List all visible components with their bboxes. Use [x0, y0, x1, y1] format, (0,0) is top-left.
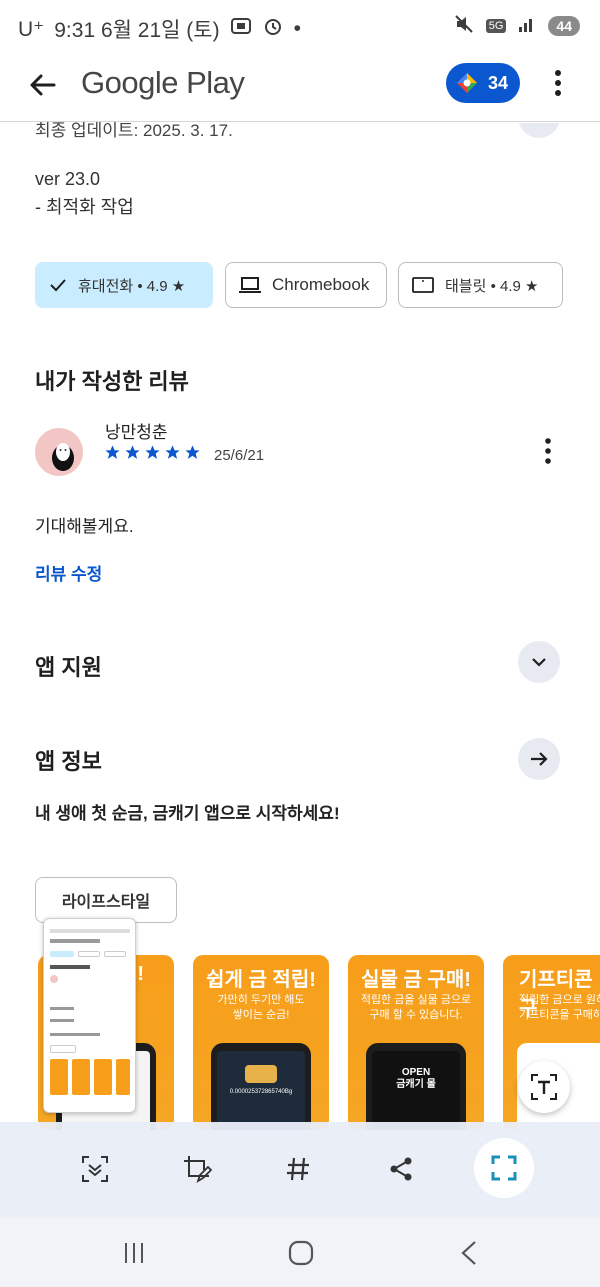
reviewer-name: 낭만청춘	[105, 423, 168, 442]
signal-icon	[518, 15, 536, 36]
hashtag-button[interactable]	[275, 1146, 321, 1192]
app-info-heading: 앱 정보	[35, 749, 102, 774]
smart-select-icon	[491, 1155, 517, 1181]
card-subtext: 가만히 두기만 해도 쌓이는 순금!	[217, 994, 305, 1021]
mute-icon	[454, 14, 474, 37]
status-bar: U⁺ 9:31 6월 21일 (토) • 5G 44	[0, 0, 600, 54]
share-button[interactable]	[378, 1146, 424, 1192]
app-description: 내 생애 첫 순금, 금캐기 앱으로 시작하세요!	[35, 804, 340, 823]
card-heading: 실물 금 구매!	[361, 969, 471, 991]
play-points-icon	[457, 73, 477, 93]
hashtag-icon	[287, 1157, 309, 1181]
status-left: U⁺ 9:31 6월 21일 (토) •	[18, 14, 301, 44]
screenshot-card[interactable]: 실물 금 구매! 적립한 금을 실물 금으로 구매 할 수 있습니다. OPEN…	[348, 955, 484, 1130]
play-points-button[interactable]: 34	[446, 63, 520, 103]
top-app-bar: Google Play 34	[0, 54, 600, 122]
chip-chromebook-label: Chromebook	[272, 275, 370, 294]
dot-icon: •	[293, 17, 301, 40]
phone-mockup: 0.000025372865740Bg	[211, 1043, 311, 1130]
app-support-heading: 앱 지원	[35, 655, 102, 680]
play-points-count: 34	[488, 72, 509, 93]
version-label: ver 23.0	[35, 169, 101, 189]
back-chevron-icon	[461, 1241, 476, 1265]
star-icon	[105, 445, 120, 459]
more-options-icon[interactable]	[546, 66, 570, 100]
review-date: 25/6/21	[214, 447, 265, 464]
extract-text-button[interactable]	[518, 1061, 570, 1113]
recent-apps-button[interactable]	[119, 1238, 149, 1268]
app-support-expand-button[interactable]	[518, 641, 560, 683]
screenshot-status-icon	[230, 16, 252, 42]
app-info-arrow-button[interactable]	[518, 738, 560, 780]
status-right: 5G 44	[454, 14, 580, 37]
category-chip[interactable]: 라이프스타일	[35, 877, 177, 923]
card-subtext: 적립한 금으로 원하 기프티콘을 구매하	[519, 994, 600, 1021]
mall-banner: OPEN 금캐기 몰	[396, 1067, 436, 1090]
card-heading: 쉽게 금 적립!	[206, 969, 316, 991]
star-rating	[104, 444, 201, 461]
battery-indicator: 44	[548, 15, 580, 36]
home-icon	[288, 1240, 314, 1266]
arrow-right-icon	[531, 752, 548, 766]
chevron-down-icon	[532, 658, 546, 667]
phone-mockup: OPEN 금캐기 몰	[366, 1043, 466, 1130]
system-navigation-bar	[0, 1218, 600, 1287]
card-subtext: 적립한 금을 실물 금으로 구매 할 수 있습니다.	[360, 994, 472, 1021]
draw-edit-button[interactable]	[174, 1146, 220, 1192]
star-icon	[165, 445, 180, 459]
scroll-capture-button[interactable]	[72, 1146, 118, 1192]
version-notes: ver 23.0 - 최적화 작업	[35, 165, 134, 221]
star-icon	[125, 445, 140, 459]
version-note: - 최적화 작업	[35, 197, 134, 217]
recent-apps-icon	[125, 1243, 143, 1263]
laptop-icon	[239, 277, 261, 293]
share-icon	[390, 1157, 412, 1181]
home-button[interactable]	[286, 1238, 316, 1268]
smart-select-button[interactable]	[474, 1138, 534, 1198]
time-date: 9:31 6월 21일 (토)	[54, 19, 220, 42]
gold-counter: 0.000025372865740Bg	[229, 1089, 293, 1095]
edit-review-link[interactable]: 리뷰 수정	[35, 560, 102, 585]
check-icon	[50, 279, 66, 292]
network-label: 5G	[485, 18, 507, 33]
chip-chromebook[interactable]: Chromebook	[225, 262, 387, 308]
scroll-capture-icon	[82, 1156, 108, 1182]
back-button[interactable]	[454, 1238, 484, 1268]
text-scan-icon	[531, 1074, 557, 1100]
screenshot-toolbar	[0, 1122, 600, 1218]
crop-edit-icon	[184, 1156, 212, 1184]
my-review-heading: 내가 작성한 리뷰	[35, 369, 189, 394]
chip-phone[interactable]: 휴대전화 • 4.9 ★	[35, 262, 213, 308]
page-title: Google Play	[81, 65, 245, 100]
star-icon	[145, 445, 160, 459]
chip-phone-label: 휴대전화 • 4.9 ★	[78, 277, 186, 295]
alarm-icon	[262, 15, 284, 43]
avatar	[35, 428, 83, 476]
carrier-label: U⁺	[18, 17, 45, 41]
review-more-icon[interactable]	[540, 436, 556, 466]
chip-tablet[interactable]: 태블릿 • 4.9 ★	[398, 262, 563, 308]
screenshot-thumbnail-preview[interactable]	[43, 918, 136, 1113]
tablet-icon	[412, 277, 434, 293]
star-icon	[185, 445, 200, 459]
screenshot-card[interactable]: 쉽게 금 적립! 가만히 두기만 해도 쌓이는 순금! 0.0000253728…	[193, 955, 329, 1130]
back-arrow-icon[interactable]	[26, 68, 60, 102]
chip-tablet-label: 태블릿 • 4.9 ★	[445, 277, 539, 295]
review-text: 기대해볼게요.	[35, 517, 134, 536]
